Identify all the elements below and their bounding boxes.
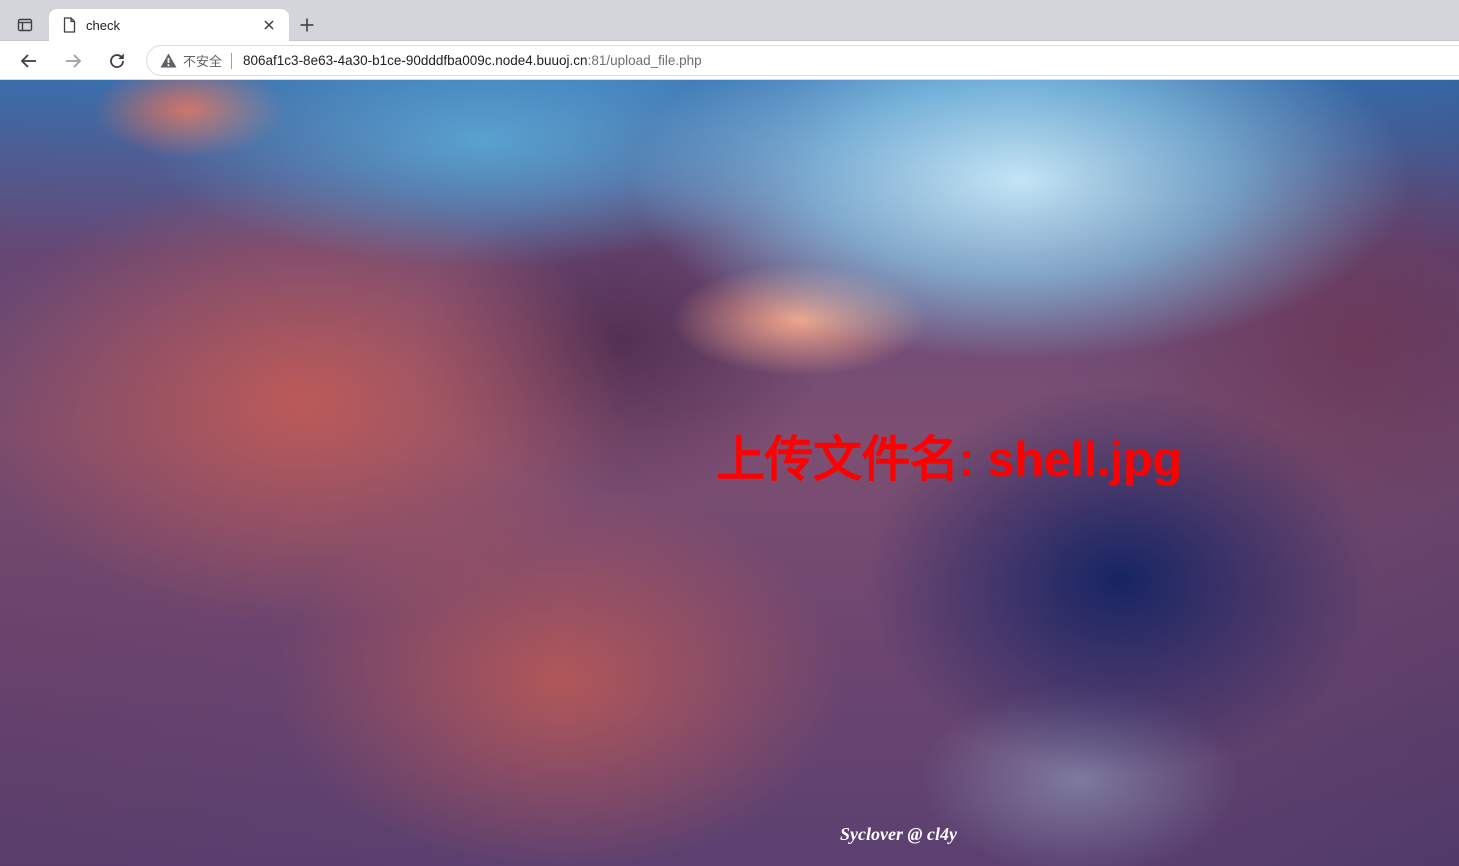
- footer-credit: Syclover @ cl4y: [840, 824, 957, 844]
- tab-title: check: [86, 17, 120, 33]
- plus-icon: [300, 18, 314, 32]
- tab-strip: check: [0, 0, 1459, 41]
- page-background: 上传文件名: shell.jpg Syclover @ cl4y: [0, 80, 1459, 866]
- tab-close-button[interactable]: [259, 15, 279, 35]
- tab-actions-icon: [17, 18, 33, 32]
- reload-icon: [110, 53, 124, 68]
- warning-icon: [159, 52, 177, 70]
- address-bar[interactable]: 不安全 806af1c3-8e63-4a30-b1ce-90dddfba009c…: [146, 45, 1459, 76]
- reload-button[interactable]: [102, 46, 132, 76]
- new-tab-button[interactable]: [294, 12, 320, 38]
- tab-check[interactable]: check: [49, 9, 289, 41]
- security-label: 不安全: [183, 55, 223, 70]
- security-indicator[interactable]: 不安全: [159, 51, 222, 70]
- forward-button[interactable]: [58, 46, 88, 76]
- url-host: 806af1c3-8e63-4a30-b1ce-90dddfba009c.nod…: [243, 53, 588, 68]
- back-button[interactable]: [14, 46, 44, 76]
- browser-toolbar: 不安全 806af1c3-8e63-4a30-b1ce-90dddfba009c…: [0, 41, 1459, 80]
- url-text[interactable]: 806af1c3-8e63-4a30-b1ce-90dddfba009c.nod…: [243, 53, 702, 68]
- url-path: :81/upload_file.php: [587, 53, 702, 68]
- close-icon: [264, 20, 274, 30]
- upload-filename-message: 上传文件名: shell.jpg: [716, 433, 1182, 487]
- tab-actions-button[interactable]: [12, 12, 38, 38]
- back-arrow-icon: [20, 54, 36, 68]
- url-divider: [231, 52, 233, 69]
- page-icon: [61, 17, 77, 33]
- forward-arrow-icon: [66, 54, 82, 68]
